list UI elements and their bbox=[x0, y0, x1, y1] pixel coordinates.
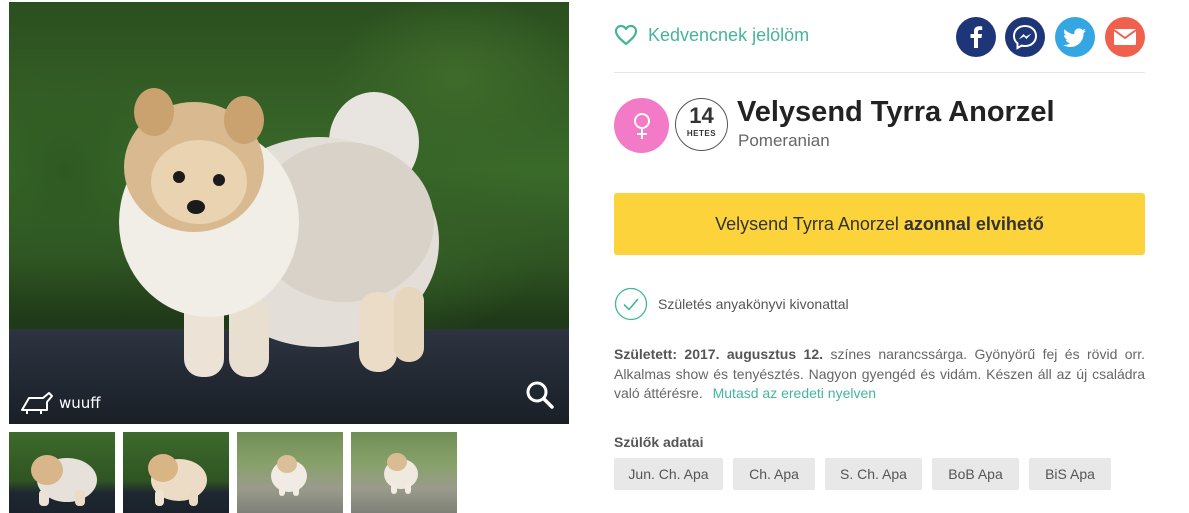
header-divider bbox=[614, 72, 1145, 73]
female-symbol-icon bbox=[633, 112, 650, 139]
parents-chips: Jun. Ch. Apa Ch. Apa S. Ch. Apa BoB Apa … bbox=[614, 458, 1111, 490]
age-badge: 14 HETES bbox=[675, 98, 728, 151]
parent-chip[interactable]: Jun. Ch. Apa bbox=[614, 458, 723, 490]
age-unit: HETES bbox=[686, 129, 717, 138]
thumbnail-1[interactable] bbox=[9, 432, 115, 513]
gender-badge bbox=[614, 98, 669, 153]
favorite-button[interactable]: Kedvencnek jelölöm bbox=[614, 24, 809, 46]
parent-chip[interactable]: BoB Apa bbox=[932, 458, 1019, 490]
share-email-button[interactable] bbox=[1105, 17, 1145, 57]
check-circle-icon bbox=[614, 287, 648, 321]
parent-chip[interactable]: S. Ch. Apa bbox=[825, 458, 922, 490]
birth-date: Született: 2017. augusztus 12. bbox=[614, 346, 823, 362]
dog-breed: Pomeranian bbox=[738, 131, 830, 150]
show-original-language-link[interactable]: Mutasd az eredeti nyelven bbox=[713, 385, 876, 401]
main-photo[interactable]: wuuff bbox=[9, 2, 569, 424]
availability-button[interactable]: Velysend Tyrra Anorzel azonnal elvihető bbox=[614, 193, 1145, 255]
certificate-label: Születés anyakönyvi kivonattal bbox=[658, 296, 849, 312]
thumbnail-3[interactable] bbox=[237, 432, 343, 513]
heart-outline-icon bbox=[614, 24, 638, 46]
favorite-label: Kedvencnek jelölöm bbox=[648, 24, 810, 45]
messenger-icon bbox=[1012, 24, 1038, 50]
twitter-icon bbox=[1063, 28, 1086, 47]
thumbnail-2[interactable] bbox=[123, 432, 229, 513]
dog-name: Velysend Tyrra Anorzel bbox=[737, 96, 1055, 128]
description: Született: 2017. augusztus 12. színes na… bbox=[614, 345, 1145, 404]
parent-chip[interactable]: BiS Apa bbox=[1029, 458, 1111, 490]
availability-dog-name: Velysend Tyrra Anorzel bbox=[715, 213, 899, 234]
email-icon bbox=[1113, 29, 1137, 45]
dog-photo-illustration bbox=[119, 88, 439, 377]
share-facebook-button[interactable] bbox=[956, 17, 996, 57]
share-twitter-button[interactable] bbox=[1055, 17, 1095, 57]
zoom-icon[interactable] bbox=[525, 380, 555, 410]
age-number: 14 bbox=[689, 103, 714, 128]
parent-chip[interactable]: Ch. Apa bbox=[733, 458, 815, 490]
wuuff-logo: wuuff bbox=[19, 390, 101, 416]
thumbnail-strip bbox=[9, 432, 457, 513]
facebook-icon bbox=[970, 26, 983, 48]
wuuff-logo-icon bbox=[21, 392, 53, 414]
availability-status: azonnal elvihető bbox=[903, 213, 1044, 234]
parents-title: Szülők adatai bbox=[614, 434, 704, 450]
certificate-row: Születés anyakönyvi kivonattal bbox=[614, 287, 849, 321]
wuuff-logo-text: wuuff bbox=[59, 394, 101, 412]
thumbnail-4[interactable] bbox=[351, 432, 457, 513]
share-messenger-button[interactable] bbox=[1005, 17, 1045, 57]
